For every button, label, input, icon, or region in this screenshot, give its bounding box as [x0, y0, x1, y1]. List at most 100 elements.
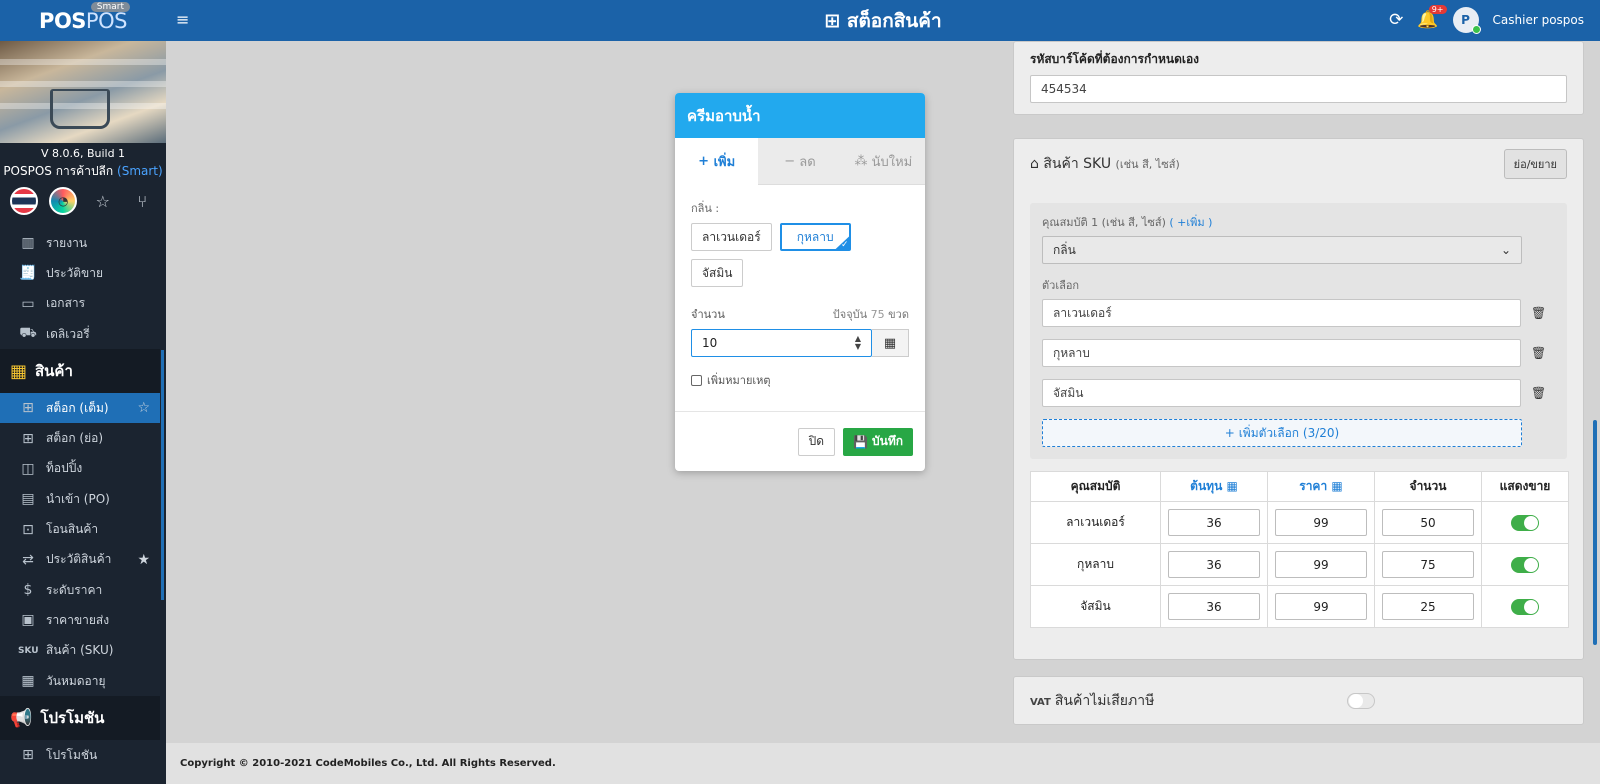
- price-input[interactable]: 99: [1275, 593, 1367, 620]
- sidebar-item-transfer[interactable]: ⊡ โอนสินค้า: [0, 514, 160, 544]
- sidebar-item-documents[interactable]: ▭ เอกสาร: [0, 289, 160, 319]
- trash-icon[interactable]: 🗑: [1531, 306, 1546, 320]
- close-button[interactable]: ปิด: [797, 427, 836, 456]
- qty-input[interactable]: 75: [1382, 551, 1474, 578]
- brand-logo[interactable]: POSPOS: [39, 9, 127, 33]
- cost-input[interactable]: 36: [1168, 551, 1260, 578]
- sidebar-scrollbar[interactable]: [161, 350, 164, 600]
- sidebar-item-expiry[interactable]: ▦ วันหมดอายุ: [0, 666, 160, 696]
- spinner-icon[interactable]: ▲ ▼: [855, 335, 861, 351]
- brand-bar: POSPOS Smart: [0, 0, 166, 41]
- user-name[interactable]: Cashier pospos: [1493, 13, 1584, 27]
- tab-add[interactable]: + เพิ่ม: [675, 138, 759, 185]
- table-header-row: คุณสมบัติ ต้นทุน ▦ ราคา ▦ จำนวน แสดงขาย: [1030, 471, 1569, 502]
- hierarchy-icon[interactable]: ⑂: [128, 187, 156, 215]
- add-option-button[interactable]: + เพิ่มตัวเลือก (3/20): [1042, 419, 1522, 447]
- sku-panel-header: ⌂ สินค้า SKU (เช่น สี, ไซส์) ย่อ/ขยาย: [1014, 139, 1583, 189]
- show-sale-toggle[interactable]: [1511, 598, 1539, 615]
- stock-adjust-modal: ครีมอาบน้ำ + เพิ่ม − ลด ⁂ นับใหม่ กลิ่น …: [675, 93, 925, 471]
- sidebar-section-products[interactable]: ▦ สินค้า: [0, 349, 160, 394]
- qty-input[interactable]: 50: [1382, 509, 1474, 536]
- price-tag-icon: $: [23, 582, 33, 599]
- chip-lavender[interactable]: ลาเวนเดอร์: [691, 223, 772, 251]
- row-name: ลาเวนเดอร์: [1030, 501, 1161, 544]
- chip-jasmine[interactable]: จัสมิน: [691, 259, 744, 287]
- sidebar-item-delivery[interactable]: ⛟ เดลิเวอรี่: [0, 319, 160, 349]
- barcode-panel: รหัสบาร์โค้ดที่ต้องการกำหนดเอง 454534: [1013, 41, 1584, 115]
- table-row: ลาเวนเดอร์ 36 99 50: [1030, 501, 1569, 544]
- col-price[interactable]: ราคา ▦: [1267, 471, 1375, 502]
- sidebar-section-promotions[interactable]: 📢 โปรโมชัน: [0, 696, 160, 741]
- show-sale-toggle[interactable]: [1511, 556, 1539, 573]
- sidebar-item-toppings[interactable]: ◫ ท็อปปิ้ง: [0, 454, 160, 484]
- price-input[interactable]: 99: [1275, 509, 1367, 536]
- sidebar: POSPOS Smart V 8.0.6, Build 1 POSPOS การ…: [0, 0, 166, 784]
- sidebar-item-stock-full[interactable]: ⊞ สต็อก (เต็ม) ☆: [0, 393, 160, 424]
- option-input[interactable]: กุหลาบ: [1042, 339, 1521, 367]
- trash-icon[interactable]: 🗑: [1531, 346, 1546, 360]
- save-button[interactable]: 💾 บันทึก: [843, 427, 913, 456]
- chevron-down-icon: ⌄: [1500, 243, 1511, 257]
- sidebar-item-import-po[interactable]: ▤ นำเข้า (PO): [0, 484, 160, 514]
- calculator-icon: ▦: [1331, 479, 1343, 493]
- sidebar-item-reports[interactable]: ▥ รายงาน: [0, 228, 160, 258]
- thai-flag-icon[interactable]: [9, 187, 38, 215]
- sidebar-item-sku[interactable]: SKU สินค้า (SKU): [0, 636, 160, 666]
- price-input[interactable]: 99: [1275, 551, 1367, 578]
- table-row: กุหลาบ 36 99 75: [1030, 543, 1569, 586]
- current-stock: ปัจจุบัน 75 ขวด: [832, 308, 909, 321]
- bar-chart-icon: ▥: [21, 235, 35, 252]
- attribute-box: คุณสมบัติ 1 (เช่น สี, ไซส์) ( +เพิ่ม ) ก…: [1030, 203, 1567, 459]
- star-icon[interactable]: ☆: [89, 187, 117, 215]
- refresh-icon[interactable]: ⟳: [1389, 10, 1403, 30]
- trash-icon[interactable]: 🗑: [1531, 386, 1546, 400]
- add-note-checkbox[interactable]: [691, 374, 702, 386]
- minus-icon: −: [784, 153, 796, 169]
- star-filled-icon[interactable]: ★: [137, 552, 150, 568]
- gauge-icon[interactable]: ◔: [49, 187, 78, 215]
- stock-icon: ⊞: [824, 10, 841, 32]
- option-input[interactable]: ลาเวนเดอร์: [1042, 299, 1521, 327]
- sku-icon: SKU: [18, 645, 39, 656]
- option-row: กุหลาบ 🗑: [1042, 339, 1555, 367]
- option-input[interactable]: จัสมิน: [1042, 379, 1521, 407]
- show-sale-toggle[interactable]: [1511, 514, 1539, 531]
- attribute-select[interactable]: กลิ่น ⌄: [1042, 236, 1522, 264]
- gift-icon: ⊞: [22, 747, 34, 764]
- cost-input[interactable]: 36: [1168, 593, 1260, 620]
- col-cost[interactable]: ต้นทุน ▦: [1160, 471, 1268, 502]
- barcode-input[interactable]: 454534: [1030, 75, 1567, 103]
- collapse-expand-button[interactable]: ย่อ/ขยาย: [1503, 149, 1567, 179]
- calculator-icon: ▦: [883, 335, 897, 351]
- cost-input[interactable]: 36: [1168, 509, 1260, 536]
- floppy-icon: 💾: [853, 434, 868, 449]
- page-title: ⊞ สต็อกสินค้า: [824, 10, 942, 32]
- sidebar-item-wholesale[interactable]: ▣ ราคาขายส่ง: [0, 605, 160, 635]
- sidebar-item-promotions[interactable]: ⊞ โปรโมชัน: [0, 740, 160, 770]
- star-outline-icon[interactable]: ☆: [137, 400, 150, 416]
- row-name: จัสมิน: [1030, 585, 1161, 628]
- avatar[interactable]: P: [1452, 7, 1481, 34]
- vat-exempt-toggle[interactable]: [1346, 692, 1375, 709]
- bell-icon[interactable]: 🔔 9+: [1417, 5, 1447, 30]
- sidebar-item-price-levels[interactable]: $ ระดับราคา: [0, 575, 160, 605]
- qty-stepper[interactable]: 10 ▲ ▼: [691, 329, 872, 357]
- calculator-button[interactable]: ▦: [872, 329, 909, 357]
- vat-title: VAT สินค้าไม่เสียภาษี: [1030, 692, 1155, 709]
- main-scrollbar[interactable]: [1593, 420, 1597, 645]
- online-status-dot: [1471, 25, 1481, 34]
- chip-rose[interactable]: กุหลาบ: [779, 223, 851, 251]
- add-attribute-link[interactable]: ( +เพิ่ม ): [1169, 216, 1212, 229]
- stock-icon: ⊞: [22, 400, 34, 417]
- sidebar-item-sales-history[interactable]: 🧾 ประวัติขาย: [0, 258, 160, 288]
- tab-subtract[interactable]: − ลด: [758, 138, 842, 185]
- cubes-icon: ⁂: [854, 153, 868, 169]
- stock-icon: ⊞: [22, 430, 34, 447]
- tab-recount[interactable]: ⁂ นับใหม่: [841, 138, 925, 185]
- col-qty: จำนวน: [1374, 471, 1482, 502]
- qty-input[interactable]: 25: [1382, 593, 1474, 620]
- add-note-row[interactable]: เพิ่มหมายเหตุ: [691, 371, 909, 389]
- top-bar: ≡ ⊞ สต็อกสินค้า ⟳ 🔔 9+ P Cashier pospos: [166, 0, 1600, 41]
- sidebar-item-stock-short[interactable]: ⊞ สต็อก (ย่อ): [0, 423, 160, 453]
- sidebar-item-product-history[interactable]: ⇄ ประวัติสินค้า ★: [0, 545, 160, 575]
